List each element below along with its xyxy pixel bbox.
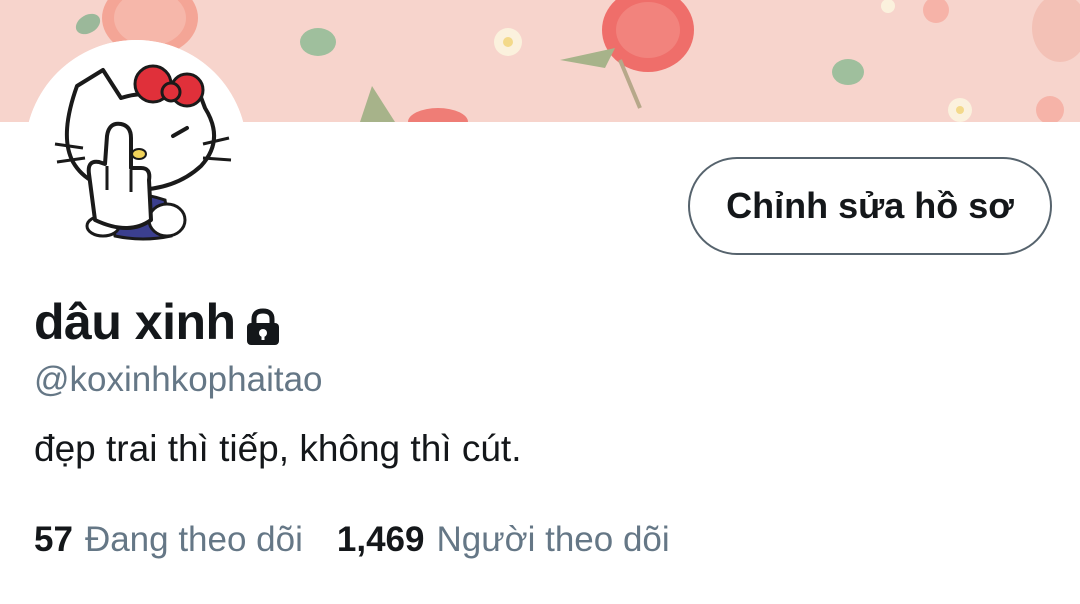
user-handle: @koxinhkophaitao bbox=[34, 360, 323, 399]
following-stat-link[interactable]: 57 Đang theo dõi bbox=[34, 520, 303, 560]
profile-stats: 57 Đang theo dõi 1,469 Người theo dõi bbox=[34, 520, 670, 560]
followers-label: Người theo dõi bbox=[436, 520, 670, 559]
followers-count: 1,469 bbox=[336, 520, 425, 559]
hello-kitty-avatar-icon bbox=[25, 40, 247, 262]
avatar[interactable] bbox=[25, 40, 247, 262]
edit-profile-button[interactable]: Chỉnh sửa hồ sơ bbox=[688, 157, 1052, 255]
followers-stat-link[interactable]: 1,469 Người theo dõi bbox=[337, 520, 670, 560]
lock-icon bbox=[246, 308, 279, 345]
profile-page: Chỉnh sửa hồ sơ dâu xinh @koxinhkophaita… bbox=[0, 0, 1080, 604]
following-count: 57 bbox=[34, 520, 73, 559]
name-row: dâu xinh bbox=[34, 288, 284, 356]
display-name: dâu xinh bbox=[34, 294, 236, 350]
following-label: Đang theo dõi bbox=[84, 520, 303, 559]
profile-bio: đẹp trai thì tiếp, không thì cút. bbox=[34, 428, 522, 469]
